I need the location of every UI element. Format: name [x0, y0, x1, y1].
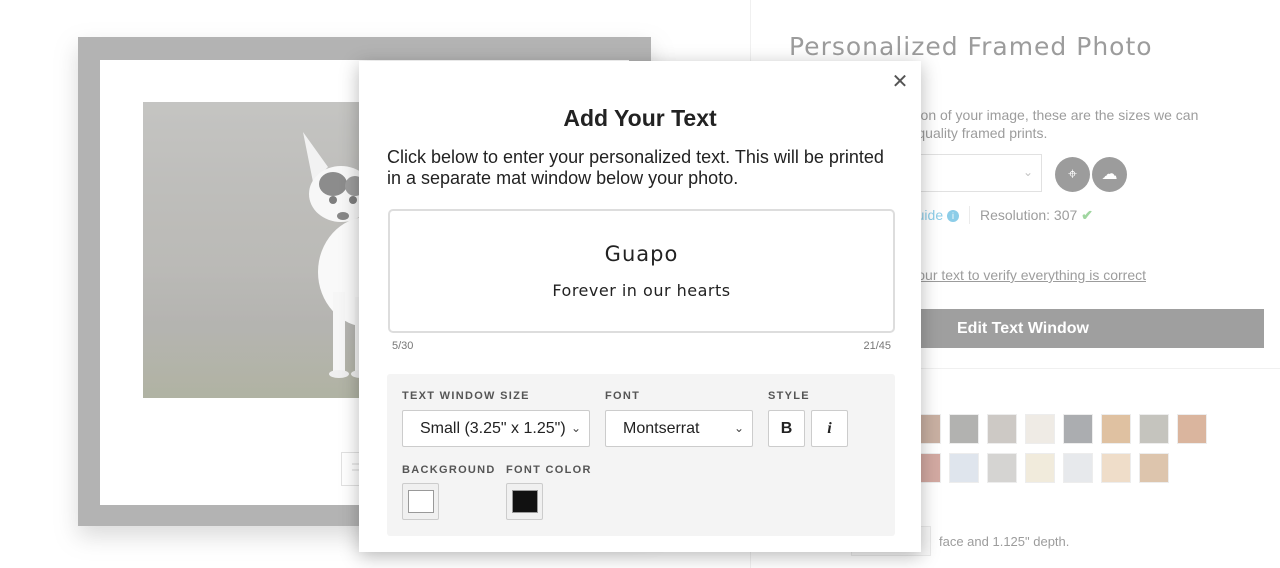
text-preview-editor[interactable]: Guapo Forever in our hearts [388, 209, 895, 333]
background-color-picker[interactable] [402, 483, 439, 520]
style-label: STYLE [768, 390, 810, 402]
text-window-size-label: TEXT WINDOW SIZE [402, 390, 530, 402]
text-window-size-value: Small (3.25" x 1.25") [420, 420, 566, 437]
italic-button[interactable]: i [811, 410, 848, 447]
close-button[interactable]: ✕ [887, 69, 913, 95]
text-line-1[interactable]: Guapo [390, 242, 893, 266]
font-color-swatch [512, 490, 538, 513]
modal-description: Click below to enter your personalized t… [387, 147, 884, 188]
background-color-swatch [408, 490, 434, 513]
font-select[interactable]: Montserrat ⌄ [605, 410, 753, 447]
chevron-down-icon: ⌄ [733, 421, 744, 435]
chevron-down-icon: ⌄ [570, 421, 581, 435]
line2-char-count: 21/45 [863, 340, 891, 352]
close-icon: ✕ [891, 71, 909, 93]
font-color-label: FONT COLOR [506, 464, 592, 476]
line1-char-count: 5/30 [392, 340, 414, 352]
font-color-picker[interactable] [506, 483, 543, 520]
text-line-2[interactable]: Forever in our hearts [390, 281, 893, 300]
text-window-size-select[interactable]: Small (3.25" x 1.25") ⌄ [402, 410, 590, 447]
font-label: FONT [605, 390, 641, 402]
modal-title: Add Your Text [563, 105, 717, 131]
bold-button[interactable]: B [768, 410, 805, 447]
add-text-modal: ✕ Add Your Text Click below to enter you… [359, 61, 921, 552]
text-options-panel: TEXT WINDOW SIZE Small (3.25" x 1.25") ⌄… [387, 374, 895, 536]
background-label: BACKGROUND [402, 464, 496, 476]
font-value: Montserrat [623, 420, 700, 437]
